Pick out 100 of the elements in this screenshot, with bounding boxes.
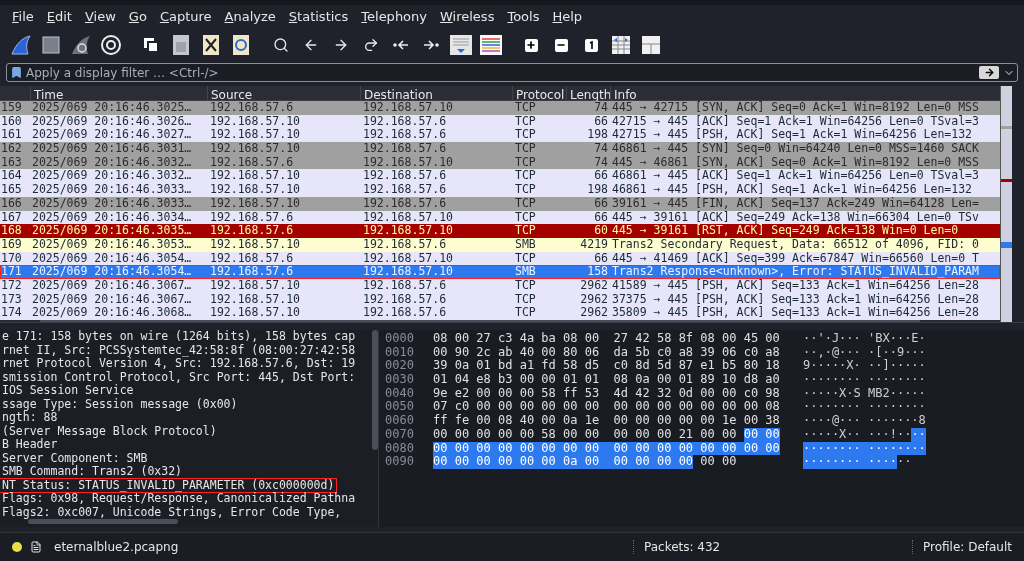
- hex-bytes[interactable]: 39 0a 01 bd a1 fd 58 d5 c0 8d 5d 87 e1 b5 80 18: [433, 359, 780, 374]
- packet-row[interactable]: 171 2025/069 20:16:46.3054… 192.168.57.6 192.168.57.10 SMB 158 Trans2 Response<unknown>, Error: STATUS_INVALID_PARAM: [0, 265, 1000, 279]
- hex-bytes[interactable]: 00 00 00 00 00 58 00 00 00 00 00 21 00 00: [433, 427, 744, 442]
- ascii-bytes[interactable]: ········ ········: [803, 373, 926, 387]
- hex-bytes[interactable]: 00 00 00 00 00 00 00 00 00 00 00 00 00 00 00 00: [433, 441, 780, 456]
- vertical-scrollbar[interactable]: [372, 330, 378, 527]
- horizontal-scrollbar[interactable]: [28, 519, 178, 525]
- table-cell-text: TCP: [514, 306, 537, 320]
- table-cell-text: 2025/069 20:16:46.3067…: [31, 292, 193, 307]
- detail-row[interactable]: Server Component: SMB: [0, 451, 372, 466]
- table-cell-text: TCP: [514, 278, 537, 293]
- horizontal-scrollbar[interactable]: [0, 320, 1000, 322]
- autoscroll-icon[interactable]: [448, 32, 474, 58]
- detail-row[interactable]: Flags: 0x98, Request/Response, Canonicalized Pathna: [0, 492, 372, 506]
- hex-bytes[interactable]: 00 00: [743, 427, 780, 442]
- table-cell-text: 192.168.57.10: [362, 101, 454, 115]
- menu-item[interactable]: Edit: [46, 7, 72, 27]
- column-header[interactable]: Protocol: [512, 86, 566, 100]
- menu-item[interactable]: File: [12, 7, 34, 27]
- table-cell-text: 192.168.57.10: [362, 265, 454, 279]
- ascii-bytes[interactable]: ··: [911, 427, 926, 442]
- apply-filter-button[interactable]: [979, 66, 999, 79]
- menu-item[interactable]: Statistics: [288, 7, 349, 27]
- table-cell-text: TCP: [514, 251, 537, 266]
- table-cell-text: 445 → 39161 [ACK] Seq=249 Ack=138 Win=66304 Len=0 TSv: [611, 210, 980, 224]
- table-cell-text: 42715 → 445 [ACK] Seq=1 Ack=1 Win=64256 Len=0 TSval=3: [611, 114, 980, 129]
- table-cell-text: TCP: [514, 210, 537, 225]
- packet-row[interactable]: 174 2025/069 20:16:46.3068… 192.168.57.10 192.168.57.6 TCP 2962 35809 → 445 [PSH, ACK] Seq=133 Ack=1 Win=64256 Len=28: [0, 306, 1000, 320]
- table-cell-text: 35809 → 445 [PSH, ACK] Seq=133 Ack=1 Win=64256 Len=28: [611, 306, 980, 320]
- hex-bytes[interactable]: 08 00 27 c3 4a ba 08 00 27 42 58 8f 08 00 45 00: [433, 332, 780, 346]
- menu-item[interactable]: Wireless: [440, 7, 495, 27]
- ascii-bytes[interactable]: ········ ········: [803, 441, 926, 456]
- table-cell-text: 168: [0, 224, 23, 238]
- table-cell-text: 2025/069 20:16:46.3035…: [31, 224, 193, 238]
- ascii-bytes[interactable]: ··,·@··· ·[··9···: [803, 345, 926, 360]
- detail-row[interactable]: ssage Type: Session message (0x00): [0, 397, 372, 412]
- hex-bytes[interactable]: 00 00: [693, 455, 737, 469]
- ascii-bytes[interactable]: ····@··· ·······8: [803, 414, 926, 428]
- packet-row[interactable]: 165 2025/069 20:16:46.3033… 192.168.57.10 192.168.57.6 TCP 198 46861 → 445 [PSH, ACK] Seq=1 Ack=1 Win=64256 Len=132: [0, 183, 1000, 197]
- table-cell-text: 161: [0, 128, 23, 143]
- ascii-bytes[interactable]: ·····X·S MB2·····: [803, 386, 926, 401]
- detail-row[interactable]: e 171: 158 bytes on wire (1264 bits), 158 bytes cap: [0, 330, 372, 344]
- hex-bytes[interactable]: ff fe 00 08 40 00 0a 1e 00 00 00 00 00 1e 00 38: [433, 414, 780, 428]
- column-header[interactable]: Source: [207, 86, 360, 100]
- ascii-bytes[interactable]: 9·····X· ··]·····: [803, 359, 926, 374]
- detail-row[interactable]: rnet II, Src: PCSSystemtec_42:58:8f (08:00:27:42:58: [0, 343, 372, 358]
- table-cell-text: 2025/069 20:16:46.3025…: [31, 101, 193, 115]
- detail-row[interactable]: smission Control Protocol, Src Port: 445, Dst Port:: [0, 370, 372, 385]
- hex-bytes[interactable]: 00 00 00 00 00 00 0a 00 00 00 00 00: [433, 455, 694, 469]
- table-cell-text: 2025/069 20:16:46.3034…: [31, 210, 193, 225]
- menu-item[interactable]: Go: [128, 7, 147, 27]
- menu-item[interactable]: Tools: [507, 7, 540, 27]
- table-cell-text: 41589 → 445 [PSH, ACK] Seq=133 Ack=1 Win=64256 Len=28: [611, 278, 980, 293]
- table-cell-text: 39161 → 445 [FIN, ACK] Seq=137 Ack=249 Win=64128 Len=: [611, 196, 980, 211]
- file-name: eternalblue2.pcapng: [54, 539, 179, 556]
- ascii-bytes[interactable]: ········ ····: [803, 455, 897, 469]
- detail-row[interactable]: rnet Protocol Version 4, Src: 192.168.57.6, Dst: 19: [0, 357, 372, 371]
- hex-bytes[interactable]: 00 90 2c ab 40 00 80 06 da 5b c0 a8 39 06 c0 a8: [433, 345, 780, 360]
- hex-bytes[interactable]: 01 04 e8 b3 00 00 01 01 08 0a 00 01 89 10 d8 a0: [433, 373, 780, 387]
- table-cell-text: 192.168.57.6: [362, 196, 448, 211]
- menu-item[interactable]: Capture: [159, 7, 212, 27]
- shark-fin-icon[interactable]: [8, 32, 34, 58]
- menu-item[interactable]: Analyze: [224, 7, 276, 27]
- packet-row[interactable]: 162 2025/069 20:16:46.3031… 192.168.57.10 192.168.57.6 TCP 74 46861 → 445 [SYN] Seq=0 Win=64240 Len=0 MSS=1460 SACK: [0, 142, 1000, 156]
- table-cell-text: 60: [593, 224, 609, 238]
- detail-row[interactable]: IOS Session Service: [0, 384, 372, 398]
- ascii-bytes[interactable]: ·····X·· ···!··: [803, 427, 912, 442]
- settings-icon[interactable]: [98, 32, 124, 58]
- column-header[interactable]: Time: [30, 86, 207, 100]
- detail-row[interactable]: Flags2: 0xc007, Unicode Strings, Error Code Type,: [0, 505, 372, 520]
- column-header[interactable]: Destination: [360, 86, 512, 100]
- table-cell-text: 2025/069 20:16:46.3033…: [31, 196, 193, 211]
- offset-label: 0060: [385, 414, 415, 428]
- packet-minimap-scrollbar[interactable]: [1000, 86, 1012, 322]
- detail-row[interactable]: ngth: 88: [0, 411, 372, 425]
- ascii-bytes[interactable]: ··: [896, 455, 912, 469]
- detail-row[interactable]: (Server Message Block Protocol): [0, 424, 372, 439]
- menu-item[interactable]: View: [84, 7, 116, 27]
- hex-bytes[interactable]: 07 c0 00 00 00 00 00 00 00 00 00 00 00 00 00 08: [433, 400, 780, 415]
- detail-row[interactable]: SMB Command: Trans2 (0x32): [0, 465, 372, 479]
- table-cell-text: 158: [586, 265, 609, 279]
- offset-label: 0020: [385, 359, 415, 374]
- ascii-bytes[interactable]: ··'·J··· 'BX···E·: [803, 332, 926, 346]
- table-cell-text: SMB: [514, 265, 537, 279]
- menu-item[interactable]: Telephony: [361, 7, 427, 27]
- detail-row[interactable]: NT Status: STATUS_INVALID_PARAMETER (0xc000000d): [0, 478, 337, 493]
- table-cell-text: 192.168.57.10: [209, 292, 301, 307]
- packet-row[interactable]: 164 2025/069 20:16:46.3032… 192.168.57.10 192.168.57.6 TCP 66 46861 → 445 [ACK] Seq=1 Ack=1 Win=64256 Len=0 TSval=3: [0, 169, 1000, 184]
- packet-row[interactable]: 168 2025/069 20:16:46.3035… 192.168.57.6 192.168.57.10 TCP 60 445 → 39161 [RST, ACK] Seq=249 Ack=138 Win=0 Len=0: [0, 224, 1000, 238]
- autoscroll-icon: [449, 34, 473, 56]
- detail-row[interactable]: B Header: [0, 438, 372, 452]
- table-cell-text: 160: [0, 114, 23, 129]
- hex-bytes[interactable]: 9e e2 00 00 00 58 ff 53 4d 42 32 0d 00 00 c0 98: [433, 386, 780, 401]
- colorize-icon[interactable]: [478, 32, 504, 58]
- settings-icon: [100, 34, 122, 56]
- menu-item[interactable]: Help: [552, 7, 583, 27]
- table-cell-text: 42715 → 445 [PSH, ACK] Seq=1 Ack=1 Win=64256 Len=132: [611, 128, 974, 142]
- offset-label: 0000: [385, 332, 415, 346]
- ascii-bytes[interactable]: ········ ········: [803, 400, 926, 415]
- packet-row[interactable]: 161 2025/069 20:16:46.3027… 192.168.57.10 192.168.57.6 TCP 198 42715 → 445 [PSH, ACK] Seq=1 Ack=1 Win=64256 Len=132: [0, 128, 1000, 143]
